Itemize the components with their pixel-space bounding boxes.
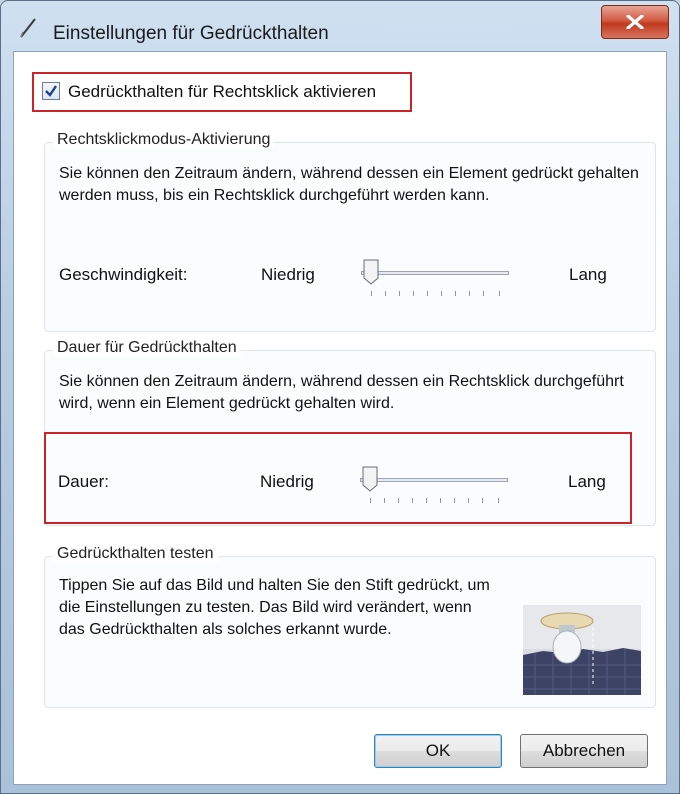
- group-right-click-activation: Rechtsklickmodus-Aktivierung Sie können …: [44, 131, 656, 332]
- group-title: Gedrückthalten testen: [53, 545, 218, 563]
- speed-slider-thumb[interactable]: [363, 259, 379, 285]
- cancel-button[interactable]: Abbrechen: [520, 734, 648, 768]
- duration-label: Dauer:: [58, 472, 110, 491]
- speed-slider-track[interactable]: [361, 271, 509, 275]
- highlight-duration-row: [44, 432, 632, 524]
- duration-slider-track[interactable]: [360, 478, 508, 482]
- speed-min-label: Niedrig: [261, 265, 315, 284]
- dialog-window: Einstellungen für Gedrückthalten Gedrück…: [0, 0, 680, 794]
- speed-label: Geschwindigkeit:: [59, 265, 188, 284]
- enable-checkbox[interactable]: [42, 82, 60, 100]
- close-button[interactable]: [601, 5, 669, 39]
- speed-max-label: Lang: [569, 265, 607, 284]
- title-bar[interactable]: Einstellungen für Gedrückthalten: [1, 1, 679, 51]
- dialog-content: Gedrückthalten für Rechtsklick aktiviere…: [13, 51, 667, 785]
- window-title: Einstellungen für Gedrückthalten: [53, 23, 329, 44]
- group-description: Sie können den Zeitraum ändern, während …: [59, 373, 624, 412]
- checkmark-icon: [45, 85, 57, 97]
- group-description: Tippen Sie auf das Bild und halten Sie d…: [59, 577, 490, 638]
- duration-max-label: Lang: [568, 472, 606, 491]
- enable-checkbox-label[interactable]: Gedrückthalten für Rechtsklick aktiviere…: [68, 82, 376, 102]
- group-test-hold: Gedrückthalten testen Tippen Sie auf das…: [44, 545, 656, 708]
- group-title: Dauer für Gedrückthalten: [53, 339, 241, 357]
- group-title: Rechtsklickmodus-Aktivierung: [53, 131, 275, 149]
- test-image[interactable]: [523, 605, 641, 695]
- pen-icon: [17, 17, 39, 39]
- close-icon: [626, 15, 644, 29]
- group-description: Sie können den Zeitraum ändern, während …: [59, 165, 639, 204]
- duration-min-label: Niedrig: [260, 472, 314, 491]
- duration-slider-thumb[interactable]: [362, 466, 378, 492]
- ok-button[interactable]: OK: [374, 734, 502, 768]
